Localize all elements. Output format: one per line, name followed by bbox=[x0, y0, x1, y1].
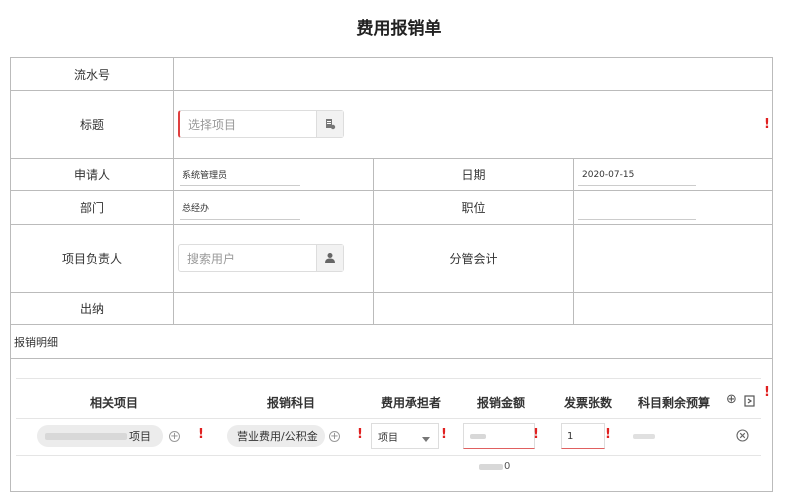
project-picker-icon[interactable] bbox=[316, 111, 343, 137]
row-detail-label: 报销明细 bbox=[11, 325, 772, 359]
project-pill[interactable]: 项目 bbox=[37, 425, 163, 447]
dept-text: 总经办 bbox=[182, 204, 210, 214]
required-mark: ! bbox=[441, 427, 447, 442]
add-circle-icon[interactable]: + bbox=[169, 431, 180, 442]
pm-placeholder: 搜索用户 bbox=[187, 251, 236, 266]
total-suffix: 0 bbox=[504, 461, 511, 472]
position-value[interactable] bbox=[574, 191, 772, 224]
required-mark: ! bbox=[764, 385, 770, 400]
pm-search-input[interactable]: 搜索用户 bbox=[178, 244, 344, 272]
row-cashier: 出纳 bbox=[11, 293, 772, 325]
row-applicant: 申请人 系统管理员 日期 2020-07-15 bbox=[11, 159, 772, 191]
applicant-text: 系统管理员 bbox=[182, 171, 228, 181]
date-value[interactable]: 2020-07-15 bbox=[574, 159, 772, 190]
title-label: 标题 bbox=[11, 91, 174, 158]
add-row-icon[interactable]: ⊕ bbox=[726, 392, 737, 407]
project-pill-suffix: 项目 bbox=[129, 430, 151, 443]
col-amount: 报销金额 bbox=[477, 396, 526, 410]
blurred-total bbox=[479, 463, 503, 470]
user-icon[interactable] bbox=[316, 245, 343, 271]
serial-field[interactable] bbox=[174, 58, 772, 90]
serial-label: 流水号 bbox=[11, 58, 174, 90]
import-icon[interactable] bbox=[744, 392, 755, 407]
applicant-value[interactable]: 系统管理员 bbox=[174, 159, 374, 190]
bearer-value: 项目 bbox=[378, 432, 398, 444]
date-text: 2020-07-15 bbox=[582, 169, 635, 180]
invoice-count-input[interactable]: 1 bbox=[561, 423, 605, 449]
blurred-project-name bbox=[45, 432, 127, 440]
required-mark: ! bbox=[357, 427, 363, 442]
dept-label: 部门 bbox=[11, 191, 174, 224]
title-input[interactable]: 选择项目 bbox=[178, 110, 344, 138]
page-title: 费用报销单 bbox=[356, 19, 442, 39]
dropdown-arrow-icon bbox=[422, 434, 430, 445]
amount-input[interactable] bbox=[463, 423, 535, 449]
blurred-amount bbox=[470, 433, 486, 439]
pm-label: 项目负责人 bbox=[11, 225, 174, 292]
remove-row-icon[interactable] bbox=[736, 427, 749, 442]
accountant-label: 分管会计 bbox=[374, 225, 574, 292]
add-circle-icon[interactable]: + bbox=[329, 431, 340, 442]
required-mark: ! bbox=[533, 427, 539, 442]
required-mark: ! bbox=[764, 117, 770, 132]
cashier-value[interactable] bbox=[174, 293, 374, 324]
date-label: 日期 bbox=[374, 159, 574, 190]
blurred-budget bbox=[633, 434, 655, 439]
required-mark: ! bbox=[605, 427, 611, 442]
required-mark: ! bbox=[198, 427, 204, 442]
row-serial: 流水号 bbox=[11, 58, 772, 91]
pm-cell: 搜索用户 bbox=[174, 225, 374, 292]
row-dept: 部门 总经办 职位 bbox=[11, 191, 772, 225]
col-invoice-count: 发票张数 bbox=[564, 396, 613, 410]
dept-value[interactable]: 总经办 bbox=[174, 191, 374, 224]
applicant-label: 申请人 bbox=[11, 159, 174, 190]
row-pm: 项目负责人 搜索用户 分管会计 bbox=[11, 225, 772, 293]
position-label: 职位 bbox=[374, 191, 574, 224]
cashier-extra-1 bbox=[374, 293, 574, 324]
col-subject: 报销科目 bbox=[267, 396, 316, 410]
col-bearer: 费用承担者 bbox=[381, 396, 442, 410]
bearer-select[interactable]: 项目 bbox=[371, 423, 439, 449]
col-project: 相关项目 bbox=[90, 396, 139, 410]
title-cell: 选择项目 ! bbox=[174, 91, 772, 158]
detail-section-label: 报销明细 bbox=[14, 335, 58, 349]
expense-form: 流水号 标题 选择项目 ! 申请人 系统管理员 日期 2020-07-15 部门… bbox=[10, 57, 773, 492]
row-title: 标题 选择项目 ! bbox=[11, 91, 772, 159]
title-placeholder: 选择项目 bbox=[188, 117, 237, 132]
cashier-label: 出纳 bbox=[11, 293, 174, 324]
detail-table: 相关项目 报销科目 费用承担者 报销金额 发票张数 科目剩余预算 ⊕ ! 项目 … bbox=[11, 359, 772, 491]
invoice-count-value: 1 bbox=[567, 430, 574, 442]
accountant-value[interactable] bbox=[574, 225, 772, 292]
subject-pill[interactable]: 营业费用/公积金 bbox=[227, 425, 325, 447]
col-remaining-budget: 科目剩余预算 bbox=[638, 396, 711, 410]
cashier-extra-2 bbox=[574, 293, 772, 324]
amount-total: 0 bbox=[479, 461, 510, 472]
